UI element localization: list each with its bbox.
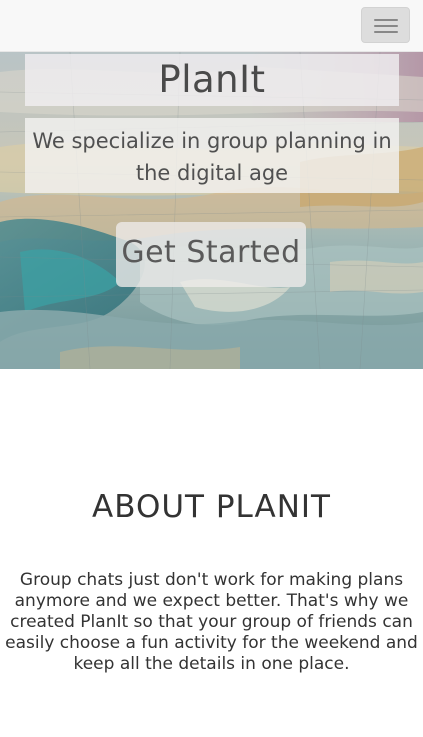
hero-subtitle: We specialize in group planning in the d… xyxy=(32,129,392,185)
hamburger-menu-icon-bar xyxy=(374,25,398,27)
navbar xyxy=(0,0,423,52)
get-started-button[interactable]: Get Started xyxy=(116,222,306,287)
about-description: Group chats just don't work for making p… xyxy=(5,570,418,674)
hero-title: PlanIt xyxy=(158,58,266,101)
page: PlanIt We specialize in group planning i… xyxy=(0,0,423,737)
hamburger-menu-icon-bar xyxy=(374,31,398,33)
menu-toggle-button[interactable] xyxy=(361,7,410,43)
hamburger-menu-icon xyxy=(374,19,398,21)
about-heading: ABOUT PLANIT xyxy=(92,489,331,525)
hero-subtitle-panel: We specialize in group planning in the d… xyxy=(25,118,399,193)
get-started-label: Get Started xyxy=(121,235,301,270)
hero-title-panel: PlanIt xyxy=(25,54,399,106)
hero-section: PlanIt We specialize in group planning i… xyxy=(0,52,423,369)
